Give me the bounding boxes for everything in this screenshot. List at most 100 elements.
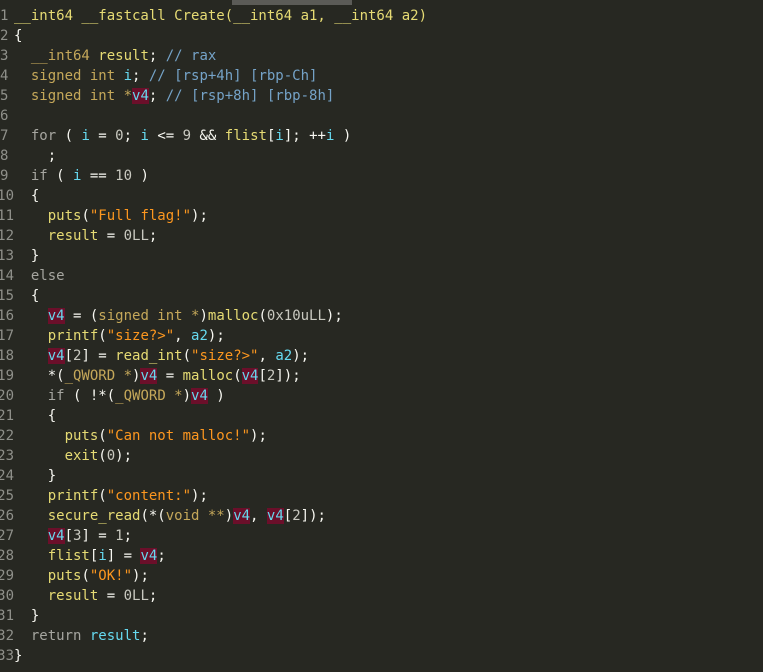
code-token[interactable]: if [14,168,56,184]
code-token[interactable]: _QWORD * [115,388,182,404]
code-token[interactable]: i [140,128,148,144]
code-text[interactable]: signed int i; // [rsp+4h] [rbp-Ch] [14,66,318,86]
highlighted-identifier[interactable]: v4 [233,508,251,524]
code-line[interactable]: 27 v4[3] = 1; [0,526,427,546]
code-line[interactable]: 13 } [0,246,427,266]
code-text[interactable]: printf("content:"); [14,486,208,506]
code-line[interactable]: 32 return result; [0,626,427,646]
highlighted-identifier[interactable]: v4 [140,368,158,384]
code-token[interactable]: } [14,648,22,664]
code-token[interactable]: <= [149,128,183,144]
code-token[interactable]: == [81,168,115,184]
code-line[interactable]: 16 v4 = (signed int *)malloc(0x10uLL); [0,306,427,326]
code-token[interactable]: } [14,248,39,264]
code-token[interactable]: flist [225,128,267,144]
code-text[interactable]: *(_QWORD *)v4 = malloc(v4[2]); [14,366,301,386]
code-line[interactable]: 17 printf("size?>", a2); [0,326,427,346]
code-line[interactable]: 25 printf("content:"); [0,486,427,506]
scrollbar-thumb[interactable] [232,0,352,5]
code-token[interactable]: = ( [65,308,98,324]
highlighted-identifier[interactable]: v4 [266,508,284,524]
code-token[interactable]: read_int [115,348,182,364]
code-token[interactable]: ) [183,388,191,404]
code-line[interactable]: 31 } [0,606,427,626]
code-token[interactable]: __int64 [14,48,98,64]
code-token[interactable]: signed int [14,68,124,84]
code-text[interactable]: flist[i] = v4; [14,546,166,566]
code-text[interactable]: return result; [14,626,149,646]
code-text[interactable]: __int64 result; // rax [14,46,216,66]
code-token[interactable]: ); [132,568,149,584]
code-token[interactable]: result [48,588,99,604]
code-token[interactable]: i [98,548,106,564]
code-token[interactable]: exit [65,448,99,464]
code-token[interactable]: (*( [140,508,165,524]
code-line[interactable]: 15 { [0,286,427,306]
horizontal-scrollbar[interactable] [0,0,763,5]
code-token[interactable]: ( [65,128,82,144]
code-line[interactable]: 8 ; [0,146,427,166]
highlighted-identifier[interactable]: v4 [241,368,259,384]
code-token[interactable]: ) [334,128,351,144]
code-text[interactable]: v4[3] = 1; [14,526,132,546]
code-token[interactable]: for [14,128,65,144]
code-token[interactable] [14,348,48,364]
code-token[interactable]: i [275,128,283,144]
code-line[interactable]: 18 v4[2] = read_int("size?>", a2); [0,346,427,366]
code-token[interactable]: ]; ++ [284,128,326,144]
code-token[interactable]: ; [132,68,149,84]
code-token[interactable]: 2 [292,508,300,524]
highlighted-identifier[interactable]: v4 [191,388,208,404]
highlighted-identifier[interactable]: v4 [132,88,149,104]
code-token[interactable]: ); [191,488,208,504]
code-token[interactable]: "Can not malloc!" [107,428,250,444]
code-token[interactable]: 10 [115,168,132,184]
code-token[interactable]: , [258,348,275,364]
code-token[interactable]: ); [292,348,309,364]
code-token[interactable]: , [250,508,267,524]
code-token[interactable]: result [90,628,141,644]
code-token[interactable]: ] = [81,348,115,364]
code-token[interactable]: 0LL [124,228,149,244]
code-text[interactable]: secure_read(*(void **)v4, v4[2]); [14,506,326,526]
code-token[interactable]: "Full flag!" [90,208,191,224]
code-text[interactable]: } [14,466,56,486]
code-token[interactable]: ; [149,88,166,104]
code-token[interactable] [14,548,48,564]
code-token[interactable]: signed int * [98,308,199,324]
code-text[interactable]: result = 0LL; [14,226,158,246]
code-token[interactable]: ; [149,228,157,244]
code-listing[interactable]: 1 __int64 __fastcall Create(__int64 a1, _… [0,6,427,666]
code-token[interactable]: = [98,588,123,604]
code-token[interactable]: ) [208,388,224,404]
code-token[interactable]: { [14,28,22,44]
code-text[interactable]: puts("Can not malloc!"); [14,426,267,446]
code-token[interactable]: *( [14,368,65,384]
code-token[interactable]: ); [208,328,225,344]
code-line[interactable]: 28 flist[i] = v4; [0,546,427,566]
code-token[interactable]: else [14,268,65,284]
code-text[interactable]: { [14,406,56,426]
code-token[interactable]: ) [199,308,207,324]
code-token[interactable]: ( [98,328,106,344]
code-token[interactable] [14,228,48,244]
code-token[interactable]: ( !*( [73,388,115,404]
code-token[interactable]: } [14,468,56,484]
highlighted-identifier[interactable]: v4 [47,528,65,544]
code-line[interactable]: 2{ [0,26,427,46]
code-token[interactable]: ); [326,308,343,324]
code-line[interactable]: 26 secure_read(*(void **)v4, v4[2]); [0,506,427,526]
code-token[interactable]: printf [48,328,99,344]
code-text[interactable]: printf("size?>", a2); [14,326,225,346]
code-token[interactable]: ( [183,348,191,364]
code-token[interactable]: ( [56,168,73,184]
code-token[interactable]: = [157,368,182,384]
code-token[interactable] [14,508,48,524]
code-token[interactable]: { [14,288,39,304]
code-token[interactable]: puts [48,208,82,224]
code-token[interactable] [14,308,48,324]
code-token[interactable]: ( [258,308,266,324]
code-line[interactable]: 1 __int64 __fastcall Create(__int64 a1, _… [0,6,427,26]
code-text[interactable]: puts("Full flag!"); [14,206,208,226]
code-text[interactable]: } [14,606,39,626]
